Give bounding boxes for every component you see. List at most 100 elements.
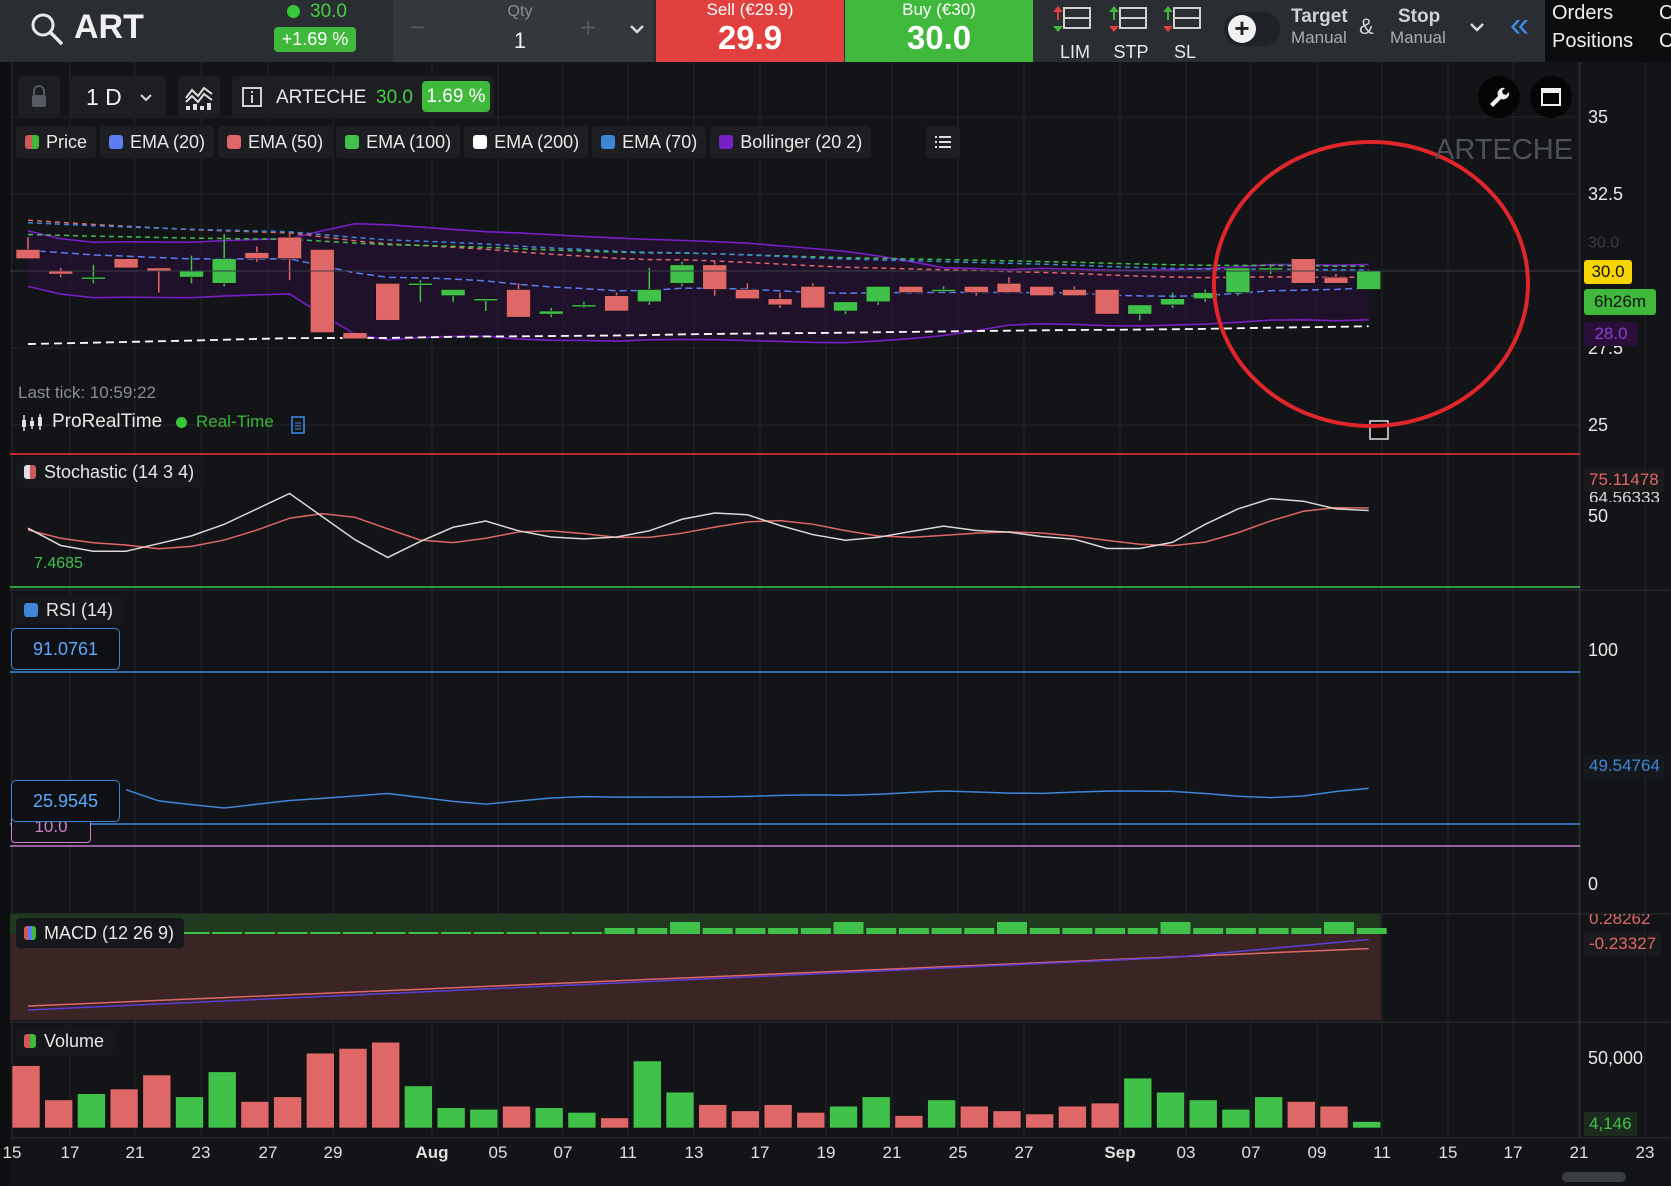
qty-label: Qty: [507, 3, 533, 20]
chevron-down-icon: [140, 94, 152, 102]
volume-bar: [1090, 1102, 1120, 1129]
x-axis-label: 07: [554, 1143, 573, 1162]
x-axis-label: 11: [1373, 1143, 1391, 1162]
stochastic-label[interactable]: Stochastic (14 3 4): [16, 457, 205, 487]
order-type-lim[interactable]: LIM: [1052, 2, 1098, 62]
x-axis-label: 07: [1242, 1143, 1261, 1162]
legend-item-label: EMA (20): [130, 131, 206, 152]
macd-label-text: MACD (12 26 9): [44, 922, 175, 943]
qty-input[interactable]: 1: [480, 28, 560, 54]
volume-last-tag: 4,146: [1584, 1112, 1637, 1136]
target-stop-chevron-icon[interactable]: [1468, 18, 1486, 41]
macd-hist-bar: [539, 932, 570, 934]
target-label[interactable]: Target: [1291, 6, 1348, 28]
macd-hist-bar: [898, 928, 929, 934]
last-tick-time: Last tick: 10:59:22: [18, 383, 156, 402]
x-axis-label: 29: [324, 1143, 343, 1162]
volume-bar: [109, 1088, 139, 1129]
x-axis-label: 17: [1504, 1143, 1523, 1162]
volume-bar: [175, 1096, 204, 1129]
order-type-sl-label: SL: [1173, 42, 1197, 62]
volume-bar: [534, 1107, 564, 1129]
stoch-50-tick: 50: [1588, 506, 1608, 526]
settings-wrench-button[interactable]: [1478, 76, 1520, 118]
macd-hist-bar: [931, 928, 962, 934]
drawing-lock-button[interactable]: [18, 76, 60, 118]
x-axis-label: 03: [1177, 1143, 1196, 1162]
macd-panel: [10, 914, 1387, 1020]
candle-body: [1323, 276, 1349, 284]
x-axis-label: 25: [949, 1143, 968, 1162]
volume-label[interactable]: Volume: [16, 1026, 115, 1056]
horizontal-scrollbar[interactable]: [1562, 1172, 1626, 1182]
sell-button[interactable]: Sell (€29.9) 29.9: [656, 0, 844, 62]
candle-body: [1225, 267, 1251, 293]
legend-item-5[interactable]: EMA (70): [592, 126, 707, 158]
last-price: 30.0: [310, 1, 347, 22]
legend-swatch-icon: [719, 135, 734, 149]
timeframe-value: 1 D: [86, 84, 122, 110]
macd-label[interactable]: MACD (12 26 9): [16, 918, 185, 948]
timeframe-select[interactable]: 1 D: [70, 76, 166, 118]
order-type-stp[interactable]: STP: [1108, 2, 1154, 62]
volume-bar: [207, 1071, 237, 1129]
rsi-label[interactable]: RSI (14): [16, 595, 124, 625]
search-icon[interactable]: [30, 12, 64, 46]
ampersand: &: [1359, 14, 1374, 39]
x-axis-label: 05: [489, 1143, 508, 1162]
wrench-icon: [1490, 87, 1510, 107]
volume-bar: [632, 1060, 662, 1129]
volume-bar: [894, 1115, 924, 1129]
stochastic-color-icon: [24, 465, 36, 479]
volume-top-tick: 50,000: [1588, 1048, 1643, 1068]
volume-bar: [1188, 1099, 1218, 1129]
qty-minus-button[interactable]: −: [410, 12, 425, 43]
legend-item-6[interactable]: Bollinger (20 2): [710, 126, 872, 158]
volume-bar: [600, 1117, 629, 1129]
top-trading-bar: ART 30.0 +1.69 % − Qty 1 + Sell (€29.9) …: [0, 0, 1671, 62]
fullscreen-button[interactable]: [1530, 76, 1572, 118]
volume-bar: [273, 1096, 302, 1129]
legend-item-0[interactable]: Price: [16, 126, 97, 158]
candle-body: [506, 289, 531, 318]
macd-hist-bar: [637, 928, 668, 934]
orders-tab[interactable]: Orders: [1552, 2, 1613, 25]
document-icon[interactable]: [290, 416, 306, 434]
candle-body: [1258, 267, 1283, 271]
candle-body: [1160, 298, 1185, 306]
macd-hist-bar: [343, 932, 373, 934]
rsi-lower-box[interactable]: 25.9545: [11, 780, 120, 822]
stop-label[interactable]: Stop: [1398, 6, 1440, 28]
volume-bar: [796, 1112, 826, 1129]
legend-item-3[interactable]: EMA (100): [336, 126, 461, 158]
buy-price: 30.0: [906, 19, 972, 56]
legend-swatch-icon: [601, 135, 616, 149]
qty-dropdown-chevron-icon[interactable]: [628, 20, 646, 43]
indicators-button[interactable]: [178, 76, 220, 118]
macd-hist-bar: [1062, 928, 1093, 934]
target-stop-toggle[interactable]: +: [1224, 12, 1280, 46]
order-type-sl[interactable]: SL: [1162, 2, 1208, 62]
legend-item-4[interactable]: EMA (200): [464, 126, 589, 158]
qty-plus-button[interactable]: +: [580, 12, 596, 44]
candle-body: [931, 289, 956, 292]
volume-bar: [1025, 1113, 1054, 1129]
macd-hist-bar: [571, 932, 602, 934]
y-axis-label: 25: [1588, 415, 1608, 435]
legend-item-1[interactable]: EMA (20): [100, 126, 215, 158]
window-icon: [1541, 88, 1561, 106]
symbol-name[interactable]: ART: [74, 8, 144, 47]
legend-item-2[interactable]: EMA (50): [218, 126, 333, 158]
macd-hist-bar: [212, 932, 243, 934]
collapse-panel-icon[interactable]: «: [1510, 6, 1529, 45]
positions-tab[interactable]: Positions: [1552, 30, 1633, 53]
rsi-upper-box[interactable]: 91.0761: [11, 628, 120, 670]
legend-list-button[interactable]: [926, 126, 960, 158]
chart-area[interactable]: 15 17 21 23 27 29 Aug 05 07 11 13 17 19 21 25 27 Sep 03 07…: [0, 62, 1671, 1186]
buy-button[interactable]: Buy (€30) 30.0: [845, 0, 1033, 62]
volume-bar: [1319, 1105, 1349, 1129]
macd-hist-bar: [1356, 928, 1387, 934]
macd-hist-bar: [604, 928, 635, 934]
instrument-info-bar[interactable]: ARTECHE 30.0 1.69 %: [232, 76, 494, 118]
target-mode: Manual: [1291, 28, 1347, 47]
